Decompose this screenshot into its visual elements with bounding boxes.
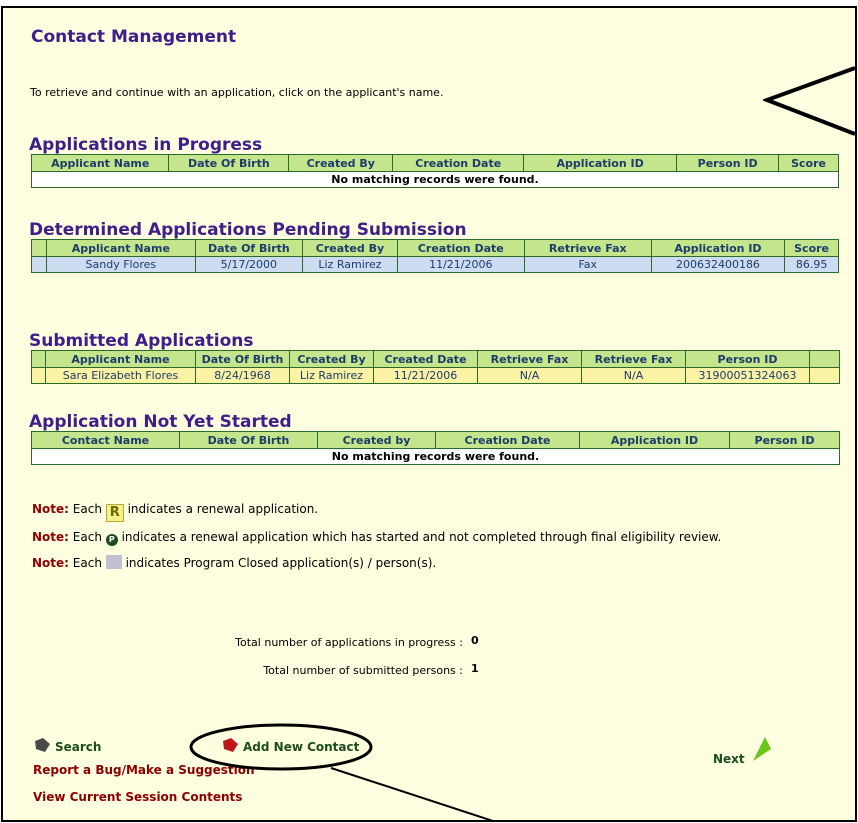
column-header[interactable]: Created By: [302, 239, 398, 257]
column-header[interactable]: Created Date: [373, 350, 478, 368]
in-progress-table: Applicant Name Date Of Birth Created By …: [30, 154, 839, 188]
search-icon: [35, 738, 50, 752]
column-header[interactable]: Created By: [289, 350, 374, 368]
applicant-name-link[interactable]: Sandy Flores: [46, 256, 196, 273]
column-header[interactable]: Created by: [317, 431, 436, 449]
cell: 11/21/2006: [396, 256, 525, 273]
column-header[interactable]: Applicant Name: [46, 239, 196, 257]
note-label: Note:: [32, 556, 69, 570]
column-header[interactable]: Contact Name: [31, 431, 180, 449]
column-header[interactable]: Retrieve Fax: [477, 350, 582, 368]
table-header-row: Applicant Name Date Of Birth Created By …: [30, 239, 839, 257]
total-submitted-value: 1: [471, 662, 479, 675]
column-header[interactable]: Application ID: [523, 154, 678, 172]
column-header[interactable]: Date Of Birth: [194, 239, 304, 257]
column-header[interactable]: Person ID: [729, 431, 840, 449]
cell: Liz Ramirez: [302, 256, 398, 273]
column-header[interactable]: Score: [778, 154, 839, 172]
column-header[interactable]: Applicant Name: [30, 154, 170, 172]
instruction-text: To retrieve and continue with an applica…: [30, 86, 444, 99]
column-header[interactable]: Creation Date: [396, 239, 525, 257]
note-label: Note:: [32, 530, 69, 544]
column-header[interactable]: Person ID: [676, 154, 780, 172]
search-link[interactable]: Search: [33, 737, 101, 754]
total-in-progress: Total number of applications in progress…: [235, 634, 479, 649]
renewal-icon: R: [105, 504, 124, 522]
table-header-row: Applicant Name Date Of Birth Created By …: [31, 350, 840, 368]
note-renewal: Note: Each R indicates a renewal applica…: [32, 502, 319, 522]
column-header[interactable]: Applicant Name: [45, 350, 196, 368]
note-label: Note:: [32, 502, 69, 516]
column-header[interactable]: Creation Date: [392, 154, 525, 172]
applicant-name-link[interactable]: Sara Elizabeth Flores: [45, 367, 196, 384]
table-row[interactable]: Sandy Flores 5/17/2000 Liz Ramirez 11/21…: [30, 256, 839, 273]
submitted-title: Submitted Applications: [29, 331, 254, 351]
submitted-table: Applicant Name Date Of Birth Created By …: [31, 350, 840, 384]
table-header-row: Contact Name Date Of Birth Created by Cr…: [31, 431, 840, 449]
not-started-table: Contact Name Date Of Birth Created by Cr…: [31, 431, 840, 465]
page-title: Contact Management: [31, 27, 237, 47]
cell: N/A: [581, 367, 686, 384]
note-closed: Note: Each indicates Program Closed appl…: [32, 555, 437, 570]
determined-table: Applicant Name Date Of Birth Created By …: [30, 239, 839, 273]
empty-message: No matching records were found.: [31, 448, 840, 465]
column-header[interactable]: Created By: [288, 154, 394, 172]
column-header[interactable]: Retrieve Fax: [523, 239, 652, 257]
table-header-row: Applicant Name Date Of Birth Created By …: [30, 154, 839, 172]
program-closed-swatch-icon: [105, 555, 122, 569]
empty-message: No matching records were found.: [31, 171, 839, 188]
cell: 5/17/2000: [194, 256, 304, 273]
cell: 8/24/1968: [195, 367, 290, 384]
total-in-progress-value: 0: [471, 634, 479, 647]
cell: Liz Ramirez: [289, 367, 374, 384]
page-frame: Contact Management To retrieve and conti…: [1, 6, 857, 822]
retrieve-fax-link[interactable]: Fax: [523, 256, 652, 273]
column-header[interactable]: Score: [784, 239, 839, 257]
column-header[interactable]: Application ID: [579, 431, 730, 449]
total-submitted: Total number of submitted persons : 1: [263, 662, 479, 677]
column-header[interactable]: Creation Date: [435, 431, 580, 449]
cell: 11/21/2006: [373, 367, 478, 384]
next-arrow-icon: [752, 737, 771, 761]
cell: 86.95: [784, 256, 839, 273]
next-link[interactable]: Next: [713, 737, 779, 766]
not-started-title: Application Not Yet Started: [29, 412, 292, 432]
column-header[interactable]: Date Of Birth: [168, 154, 290, 172]
column-header[interactable]: Application ID: [650, 239, 786, 257]
callout-ellipse-icon: [189, 723, 494, 820]
column-header[interactable]: Retrieve Fax: [581, 350, 686, 368]
table-row[interactable]: Sara Elizabeth Flores 8/24/1968 Liz Rami…: [31, 367, 840, 384]
cell: N/A: [477, 367, 582, 384]
column-header[interactable]: Date Of Birth: [179, 431, 318, 449]
pending-renewal-icon: P: [105, 534, 118, 546]
determined-title: Determined Applications Pending Submissi…: [29, 220, 467, 240]
note-started: Note: Each P indicates a renewal applica…: [32, 530, 722, 546]
in-progress-title: Applications in Progress: [29, 135, 263, 155]
cell: 200632400186: [650, 256, 786, 273]
cell: 31900051324063: [685, 367, 810, 384]
callout-arrow-icon: [763, 66, 855, 136]
column-header[interactable]: Person ID: [685, 350, 810, 368]
column-header[interactable]: Date Of Birth: [195, 350, 290, 368]
